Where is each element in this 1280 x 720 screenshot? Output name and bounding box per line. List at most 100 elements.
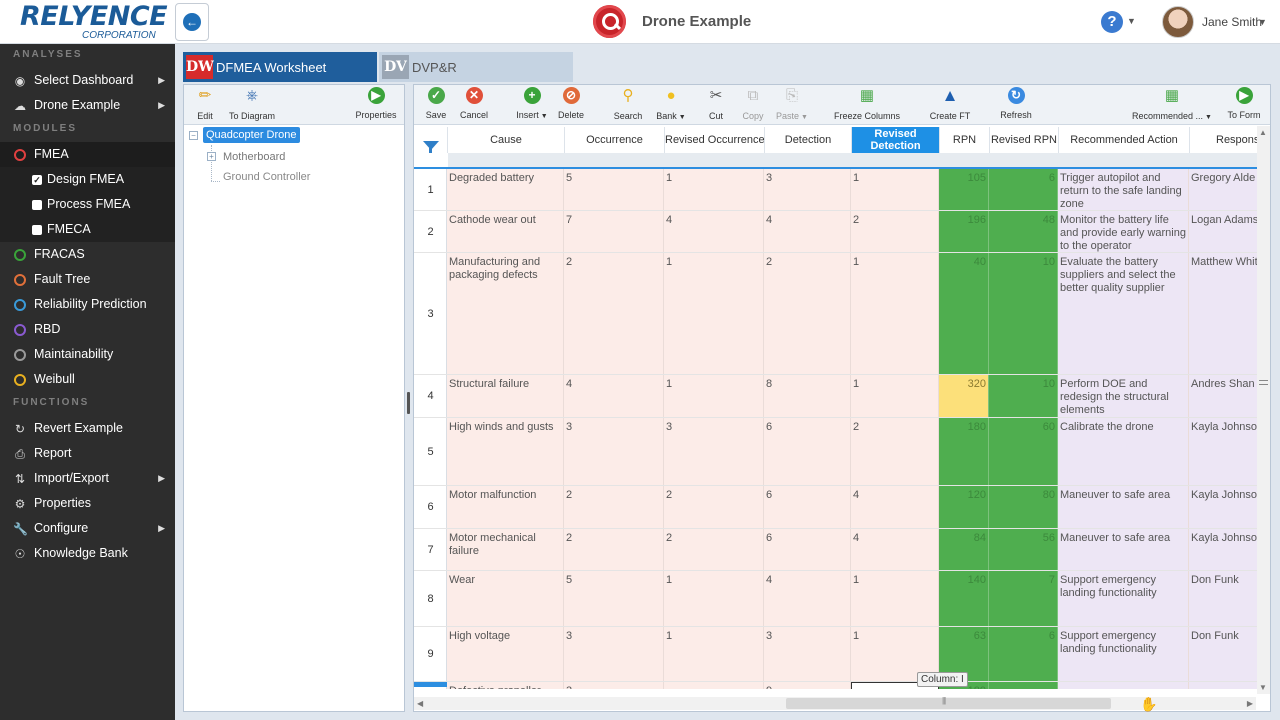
- sidebar-item-knowledge-bank[interactable]: ☉ Knowledge Bank: [0, 541, 175, 566]
- responsibility-cell[interactable]: Kayla Johnso: [1189, 529, 1259, 570]
- detection-cell[interactable]: 9: [764, 682, 851, 689]
- revised-occurrence-cell[interactable]: 4: [664, 211, 764, 252]
- sidebar-item-process-fmea[interactable]: Process FMEA: [0, 192, 175, 217]
- responsibility-cell[interactable]: Logan Adams: [1189, 211, 1259, 252]
- row-number-cell[interactable]: 6: [414, 486, 447, 528]
- copy-button[interactable]: ⧉ Copy: [740, 87, 766, 123]
- sidebar-item-report[interactable]: ⎙ Report: [0, 441, 175, 466]
- table-row[interactable]: 1 Degraded battery 5 1 3 1 105 6 Trigger autopil…: [414, 169, 1259, 211]
- search-button[interactable]: ⚲ Search: [612, 87, 644, 123]
- responsibility-cell[interactable]: Don Funk: [1189, 571, 1259, 626]
- tree-node-motherboard[interactable]: Motherboard: [223, 151, 285, 163]
- revised-occurrence-cell[interactable]: [664, 682, 764, 689]
- create-ft-button[interactable]: ▲ Create FT: [928, 87, 972, 123]
- detection-cell[interactable]: 4: [764, 571, 851, 626]
- recommended-action-cell[interactable]: Calibrate the drone: [1058, 418, 1189, 485]
- header-occurrence[interactable]: Occurrence: [565, 127, 665, 153]
- revised-rpn-cell[interactable]: 6: [989, 169, 1058, 210]
- detection-cell[interactable]: 6: [764, 529, 851, 570]
- revised-rpn-cell[interactable]: 10: [989, 375, 1058, 417]
- header-revised-rpn[interactable]: Revised RPN: [990, 127, 1059, 153]
- sidebar-item-rbd[interactable]: RBD: [0, 317, 175, 342]
- cause-cell[interactable]: Structural failure: [447, 375, 564, 417]
- responsibility-cell[interactable]: Don Funk: [1189, 627, 1259, 681]
- occurrence-cell[interactable]: 5: [564, 571, 664, 626]
- row-number-cell[interactable]: 7: [414, 529, 447, 570]
- rpn-cell[interactable]: 84: [939, 529, 989, 570]
- cause-cell[interactable]: Motor malfunction: [447, 486, 564, 528]
- table-row[interactable]: 8 Wear 5 1 4 1 140 7 Support emergency landing f…: [414, 571, 1259, 627]
- occurrence-cell[interactable]: 7: [564, 211, 664, 252]
- sidebar-item-fracas[interactable]: FRACAS: [0, 242, 175, 267]
- recommended-action-cell[interactable]: Trigger autopilot and return to the safe…: [1058, 169, 1189, 210]
- rpn-cell[interactable]: 40: [939, 253, 989, 374]
- header-rpn[interactable]: RPN: [940, 127, 990, 153]
- responsibility-cell[interactable]: Kayla Johnso: [1189, 418, 1259, 485]
- recommended-action-cell[interactable]: Maneuver to safe area: [1058, 486, 1189, 528]
- revised-detection-cell[interactable]: 4: [851, 486, 939, 528]
- revised-rpn-cell[interactable]: 7: [989, 571, 1058, 626]
- responsibility-cell[interactable]: [1189, 682, 1259, 689]
- header-recommended-action[interactable]: Recommended Action: [1059, 127, 1190, 153]
- cause-cell[interactable]: Motor mechanical failure: [447, 529, 564, 570]
- occurrence-cell[interactable]: 5: [564, 169, 664, 210]
- responsibility-cell[interactable]: Kayla Johnso: [1189, 486, 1259, 528]
- occurrence-cell[interactable]: 4: [564, 375, 664, 417]
- table-row[interactable]: 4 Structural failure 4 1 8 1 320 10 Perform DOE …: [414, 375, 1259, 418]
- cause-cell[interactable]: High voltage: [447, 627, 564, 681]
- help-caret-icon[interactable]: ▼: [1127, 16, 1136, 26]
- row-number-cell[interactable]: 1: [414, 169, 447, 210]
- revised-occurrence-cell[interactable]: 1: [664, 169, 764, 210]
- row-number-cell[interactable]: 2: [414, 211, 447, 252]
- cause-cell[interactable]: Degraded battery: [447, 169, 564, 210]
- table-row[interactable]: 9 High voltage 3 1 3 1 63 6 Support emergency la…: [414, 627, 1259, 682]
- revised-detection-cell[interactable]: 4: [851, 529, 939, 570]
- recommended-action-cell[interactable]: Perform DOE and redesign the structural …: [1058, 375, 1189, 417]
- filter-icon[interactable]: [423, 141, 439, 153]
- occurrence-cell[interactable]: 3: [564, 627, 664, 681]
- collapse-sidebar-button[interactable]: ←: [175, 3, 209, 41]
- filter-header-cell[interactable]: [414, 127, 448, 153]
- revised-detection-cell[interactable]: 2: [851, 211, 939, 252]
- delete-button[interactable]: ⊘ Delete: [557, 87, 585, 123]
- table-row[interactable]: 5 High winds and gusts 3 3 6 2 180 60 Calibrate …: [414, 418, 1259, 486]
- sidebar-item-fault-tree[interactable]: Fault Tree: [0, 267, 175, 292]
- sidebar-item-select-dashboard[interactable]: ◉ Select Dashboard ▶: [0, 68, 175, 93]
- row-number-cell[interactable]: 4: [414, 375, 447, 417]
- row-number-cell[interactable]: 5: [414, 418, 447, 485]
- occurrence-cell[interactable]: 2: [564, 486, 664, 528]
- sidebar-item-maintainability[interactable]: Maintainability: [0, 342, 175, 367]
- row-number-cell[interactable]: 8: [414, 571, 447, 626]
- responsibility-cell[interactable]: Andres Shan: [1189, 375, 1259, 417]
- cut-button[interactable]: ✂ Cut: [704, 87, 728, 123]
- tab-dvp-r[interactable]: DV DVP&R: [379, 52, 573, 82]
- sidebar-item-design-fmea[interactable]: ✓ Design FMEA: [0, 167, 175, 192]
- revised-rpn-cell[interactable]: 48: [989, 211, 1058, 252]
- recommended-action-cell[interactable]: Support emergency landing functionality: [1058, 627, 1189, 681]
- revised-occurrence-cell[interactable]: 1: [664, 571, 764, 626]
- detection-cell[interactable]: 3: [764, 627, 851, 681]
- cancel-button[interactable]: ✕ Cancel: [458, 87, 490, 123]
- cause-cell[interactable]: High winds and gusts: [447, 418, 564, 485]
- user-menu-caret-icon[interactable]: ▼: [1258, 17, 1267, 27]
- detection-cell[interactable]: 4: [764, 211, 851, 252]
- revised-detection-cell[interactable]: 2: [851, 418, 939, 485]
- grid-filter-row[interactable]: [448, 153, 1259, 167]
- paste-button[interactable]: ⎘ Paste ▼: [774, 87, 810, 123]
- save-button[interactable]: ✓ Save: [424, 87, 448, 123]
- cause-cell[interactable]: Defective propeller: [447, 682, 564, 689]
- rpn-cell[interactable]: 320: [939, 375, 989, 417]
- revised-rpn-cell[interactable]: 10: [989, 253, 1058, 374]
- sidebar-item-reliability-prediction[interactable]: Reliability Prediction: [0, 292, 175, 317]
- row-number-cell[interactable]: 9: [414, 627, 447, 681]
- revised-occurrence-cell[interactable]: 1: [664, 375, 764, 417]
- tree-node-ground-controller[interactable]: Ground Controller: [223, 171, 310, 183]
- expand-node-icon[interactable]: +: [207, 152, 216, 161]
- detection-cell[interactable]: 8: [764, 375, 851, 417]
- sidebar-item-fmea[interactable]: FMEA: [0, 142, 175, 167]
- occurrence-cell[interactable]: 2: [564, 253, 664, 374]
- help-icon[interactable]: ?: [1101, 11, 1123, 33]
- rpn-cell[interactable]: 196: [939, 211, 989, 252]
- row-number-cell[interactable]: 3: [414, 253, 447, 374]
- bank-button[interactable]: ● Bank ▼: [654, 87, 688, 123]
